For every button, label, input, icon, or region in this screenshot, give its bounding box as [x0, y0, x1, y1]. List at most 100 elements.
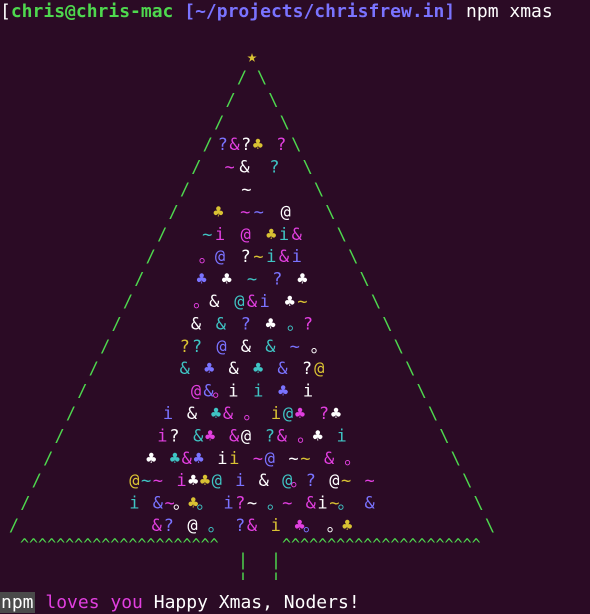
tree-right-branch: \ — [485, 516, 495, 536]
tree-left-branch: / — [111, 314, 121, 334]
tree-ornament: @ — [212, 471, 222, 491]
happy-xmas-message: Happy Xmas, Noders! — [153, 592, 360, 613]
tree-ornament: ♣ — [196, 270, 206, 290]
tree-left-branch: / — [191, 158, 201, 178]
tree-ornament: i — [271, 404, 281, 424]
tree-left-branch: / — [157, 225, 167, 245]
tree-right-branch: \ — [439, 426, 449, 446]
tree-left-branch: / — [89, 359, 99, 379]
tree-ornament: ? — [276, 135, 286, 155]
tree-ornament: ~ — [300, 449, 310, 469]
tree-ornament: ♣ — [253, 359, 263, 379]
tree-ornament: ♣ — [266, 314, 276, 334]
tree-ornament: & — [247, 292, 258, 312]
tree-ornament: ~ — [282, 494, 292, 514]
tree-ornament: 。 — [208, 516, 225, 536]
tree-canvas: ★/\/\/\/\? &? ♣ ?/\~ & ?/\~/\♣ ~ ~ @/\~ i @ ♣ i &/\。 @… — [9, 47, 495, 580]
tree-ornament: ~ — [202, 225, 212, 245]
tree-ornament: ♣ — [146, 449, 156, 469]
tree-ornament: ? — [235, 516, 245, 536]
tree-ornament: & — [277, 359, 288, 379]
tree-ornament: i — [129, 494, 139, 514]
tree-ornament: & — [306, 494, 317, 514]
tree-ornament: & — [247, 516, 258, 536]
tree-ornament: ♣ — [278, 382, 288, 402]
tree-ornament: ? — [241, 314, 251, 334]
tree-ornament: ♣ — [297, 270, 307, 290]
tree-ornament: @ — [280, 202, 290, 222]
tree-ornament: 。 — [303, 516, 320, 536]
tree-right-branch: \ — [268, 90, 278, 110]
tree-right-branch: \ — [302, 158, 312, 178]
tree-ornament: ♣ — [188, 471, 198, 491]
tree-ornament: 。 — [196, 494, 213, 514]
tree-ornament: ♣ — [204, 359, 214, 379]
tree-trunk-left: | — [238, 570, 248, 580]
tree-ornament: i — [259, 292, 269, 312]
tree-ornament: & — [265, 337, 276, 357]
tree-ornament: ? — [265, 426, 275, 446]
tree-ornament: @ — [265, 449, 275, 469]
tree-left-branch: / — [77, 382, 87, 402]
tree-ornament: i — [266, 247, 276, 267]
tree-ornament: @ — [129, 471, 139, 491]
tree-ornament: ~ — [364, 471, 374, 491]
tree-ornament: @ — [187, 516, 197, 536]
tree-left-branch: / — [168, 202, 178, 222]
tree-right-branch: \ — [257, 68, 267, 88]
tree-ornament: & — [191, 314, 202, 334]
tree-left-branch: / — [43, 449, 53, 469]
tree-ornament: & — [279, 247, 290, 267]
tree-ornament: ♣ — [200, 471, 210, 491]
tree-ornament: 。 — [193, 292, 210, 312]
tree-right-branch: \ — [428, 404, 438, 424]
tree-ornament: ~ — [290, 337, 300, 357]
terminal-window[interactable]: [chris@chris-mac [~/projects/chrisfrew.i… — [0, 0, 590, 614]
tree-ornament: ♣ — [331, 404, 341, 424]
tree-ornament: ~ — [341, 471, 351, 491]
tree-star-icon: ★ — [247, 47, 257, 67]
tree-ornament: 。 — [344, 449, 361, 469]
tree-ornament: i — [215, 225, 225, 245]
tree-ornament: i — [271, 516, 281, 536]
tree-ornament: i — [336, 426, 346, 446]
tree-ornament: ~ — [247, 270, 257, 290]
tree-ornament: @ — [283, 404, 293, 424]
tree-ornament: @ — [191, 382, 201, 402]
tree-ornament: i — [163, 404, 173, 424]
tree-ornament: ? — [302, 359, 312, 379]
tree-ornament: ♣ — [213, 202, 223, 222]
tree-right-branch: \ — [462, 471, 472, 491]
tree-right-branch: \ — [405, 359, 415, 379]
tree-ornament: ~ — [288, 449, 298, 469]
tree-ornament: & — [216, 314, 227, 334]
tree-ornament: & — [180, 359, 191, 379]
tree-ornament: ♣ — [205, 426, 215, 446]
tree-ornament: ~ — [224, 158, 234, 178]
tree-ornament: ~ — [240, 202, 250, 222]
tree-ornament: ? — [241, 135, 251, 155]
tree-trunk-right: | — [271, 550, 281, 570]
tree-left-branch: / — [9, 516, 19, 536]
tree-trunk-left: | — [238, 550, 248, 570]
tree-ornament: i — [303, 382, 313, 402]
tree-ornament: & — [187, 404, 198, 424]
tree-left-branch: / — [20, 494, 30, 514]
tree-ornament: ? — [180, 337, 190, 357]
loves-you-label: loves you — [45, 592, 143, 613]
tree-right-branch: \ — [291, 135, 301, 155]
tree-ornament: ? — [272, 270, 282, 290]
tree-ornament: ? — [192, 337, 202, 357]
tree-left-branch: / — [66, 404, 76, 424]
tree-ornament: @ — [216, 337, 226, 357]
tree-ornament: ? — [240, 247, 250, 267]
tree-left-branch: / — [203, 135, 213, 155]
tree-ornament: & — [292, 225, 303, 245]
tree-ornament: ♣ — [285, 292, 295, 312]
tree-ornament: ? — [164, 516, 174, 536]
prompt-user-host: chris@chris-mac — [10, 1, 174, 22]
tree-ornament: ♣ — [266, 225, 276, 245]
tree-trunk-right: | — [271, 570, 281, 580]
tree-ornament: ~ — [141, 471, 151, 491]
tree-ornament: ~ — [297, 292, 307, 312]
